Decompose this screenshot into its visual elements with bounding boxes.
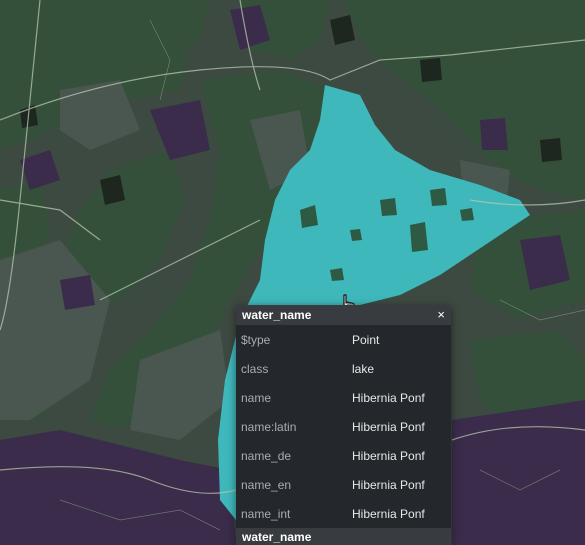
property-row: name_en Hibernia Ponf	[236, 470, 451, 499]
property-row: class lake	[236, 354, 451, 383]
property-value: Point	[352, 332, 380, 347]
popup-header: water_name ×	[236, 305, 451, 325]
property-value: lake	[352, 361, 375, 376]
property-row: name_int Hibernia Ponf	[236, 499, 451, 528]
property-list: $type Point class lake name Hibernia Pon…	[236, 325, 451, 528]
property-key: name:latin	[241, 419, 297, 434]
feature-popup: water_name × $type Point class lake name…	[236, 305, 451, 545]
property-key: name_en	[241, 477, 292, 492]
property-row: $type Point	[236, 325, 451, 354]
property-value: Hibernia Ponf	[352, 390, 425, 405]
property-row: name:latin Hibernia Ponf	[236, 412, 451, 441]
property-row: name_de Hibernia Ponf	[236, 441, 451, 470]
popup-title: water_name	[242, 308, 312, 322]
property-value: Hibernia Ponf	[352, 506, 425, 521]
next-layer-title: water_name	[242, 529, 312, 544]
next-layer-header: water_name	[236, 528, 451, 545]
property-value: Hibernia Ponf	[352, 477, 425, 492]
close-button[interactable]: ×	[437, 305, 445, 325]
property-row: name Hibernia Ponf	[236, 383, 451, 412]
property-key: $type	[241, 332, 271, 347]
property-key: name_int	[241, 506, 291, 521]
property-value: Hibernia Ponf	[352, 448, 425, 463]
property-key: name	[241, 390, 272, 405]
property-key: class	[241, 361, 269, 376]
property-key: name_de	[241, 448, 292, 463]
property-value: Hibernia Ponf	[352, 419, 425, 434]
